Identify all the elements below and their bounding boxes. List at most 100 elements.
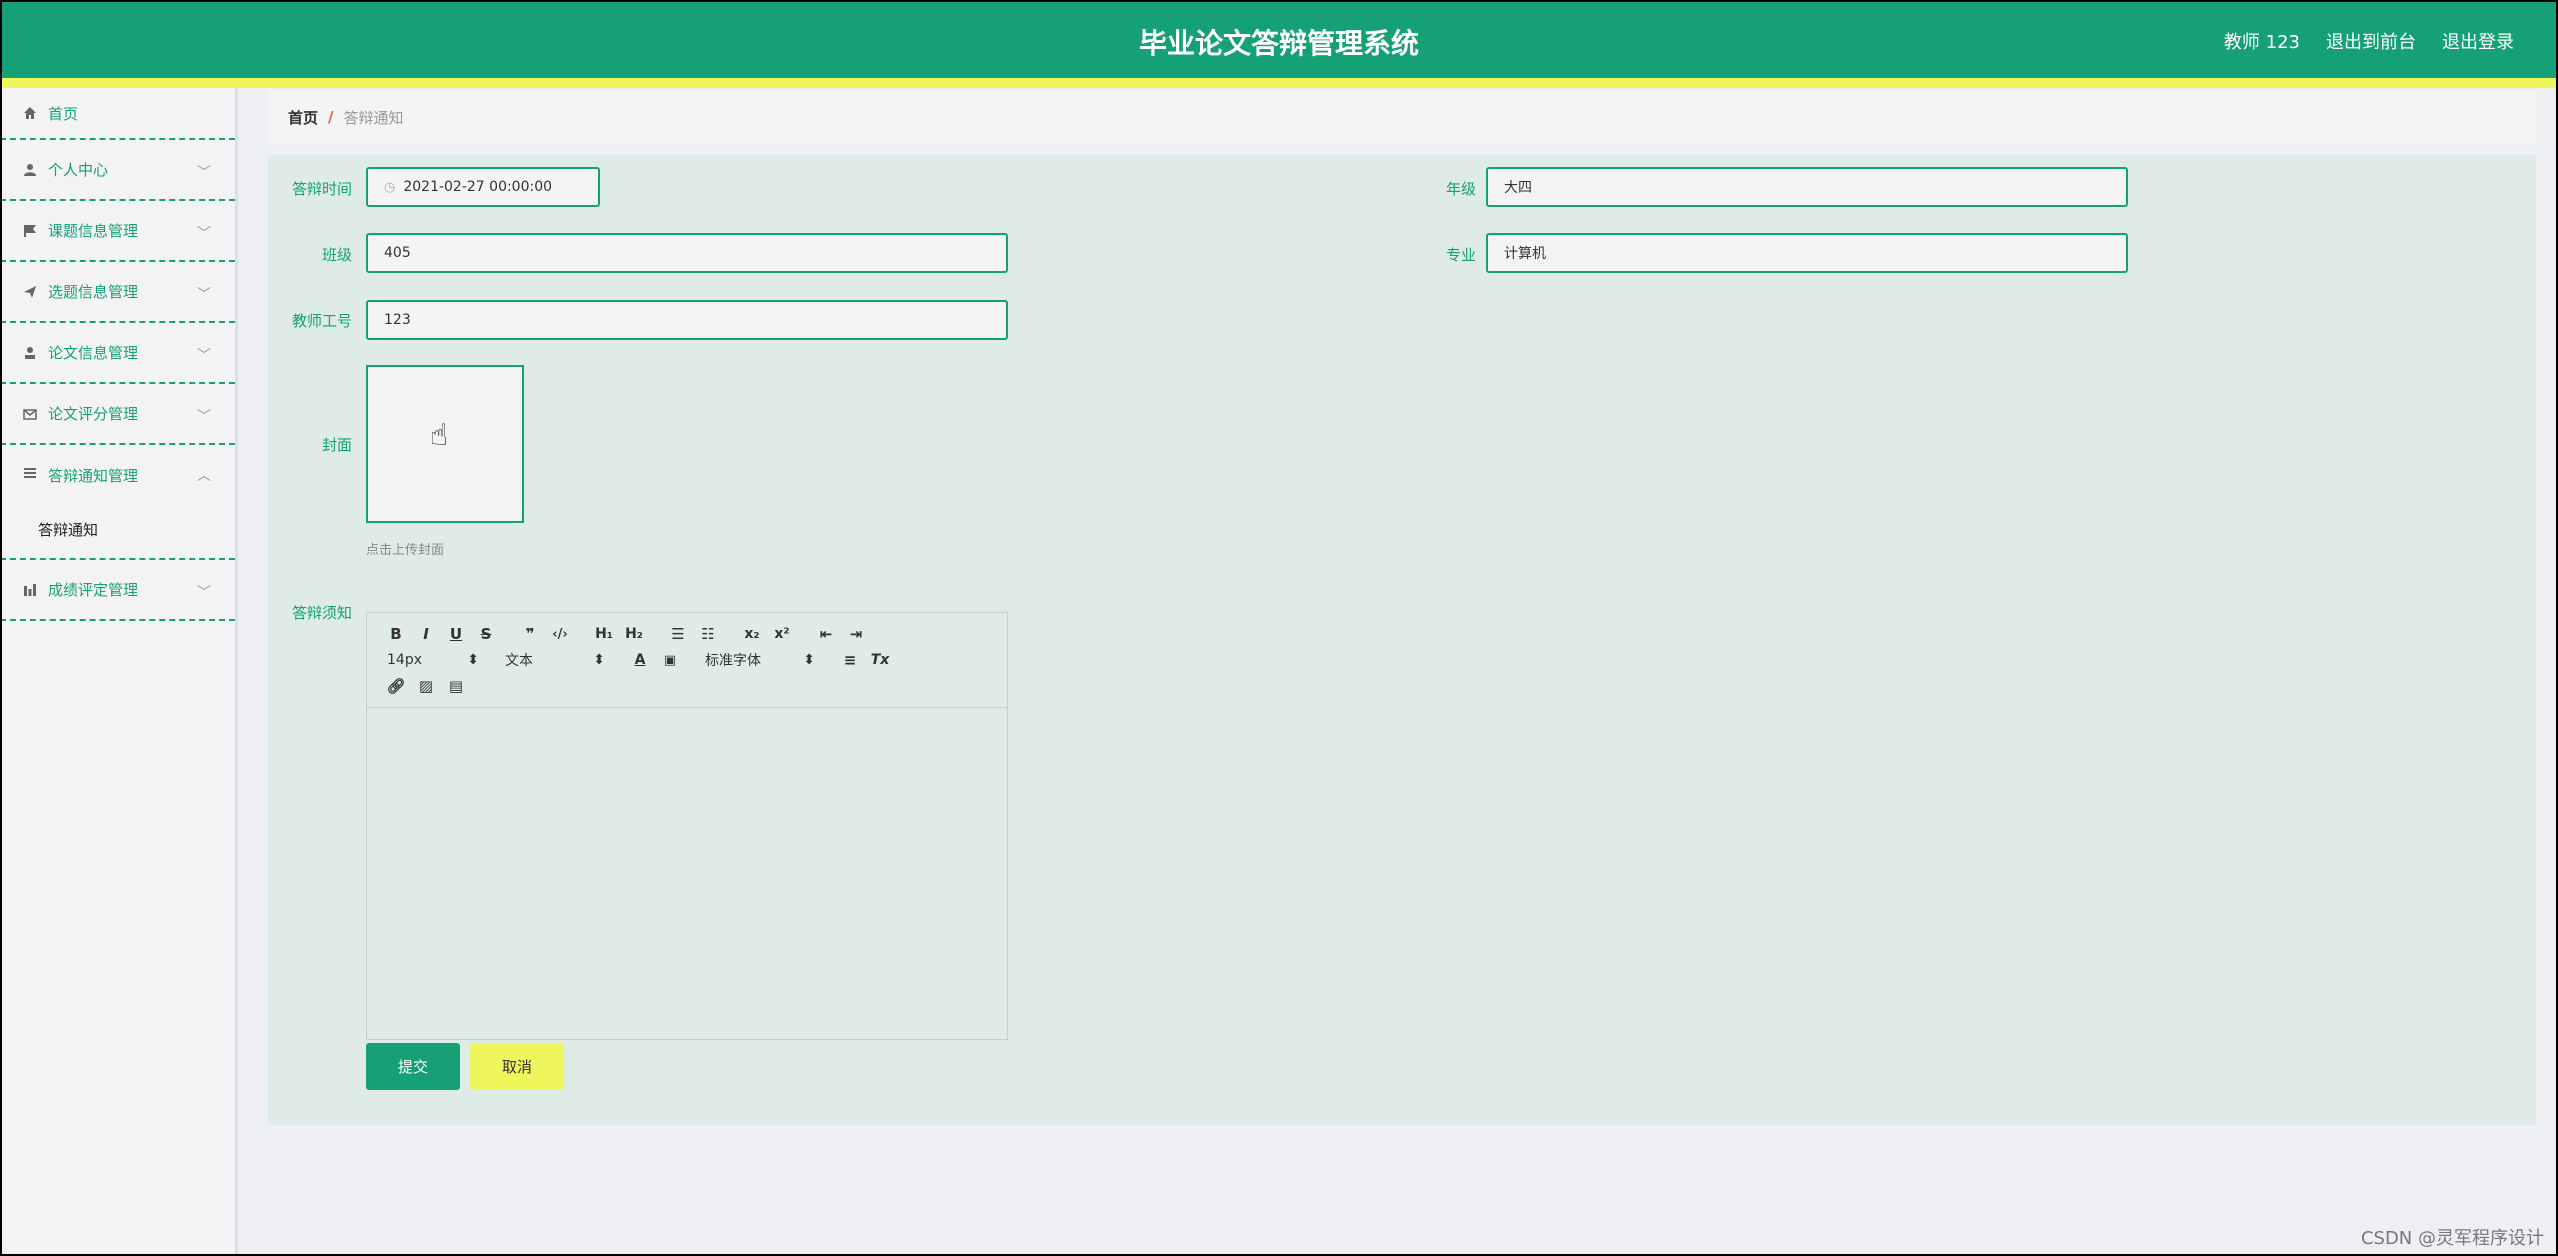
header-actions: 教师 123 退出到前台 退出登录: [2224, 28, 2514, 54]
strike-icon[interactable]: S: [471, 625, 501, 643]
breadcrumb: 首页 / 答辩通知: [268, 90, 2536, 144]
chevron-down-icon: ﹀: [197, 226, 211, 242]
cancel-button[interactable]: 取消: [470, 1043, 564, 1090]
chevron-down-icon: ﹀: [197, 409, 211, 425]
bold-icon[interactable]: B: [381, 625, 411, 643]
stamp-icon: [22, 345, 38, 361]
chevron-down-icon: ﹀: [197, 585, 211, 601]
rich-text-editor: B I U S ❞ ‹/› H₁ H₂ ☰ ☷ x₂ x² ⇤ ⇥ 14px ⬍: [366, 612, 1008, 1040]
hand-cursor-icon: ☝: [430, 418, 449, 453]
breadcrumb-home[interactable]: 首页: [288, 107, 318, 128]
text-type-value: 文本: [505, 653, 533, 669]
class-input[interactable]: 405: [366, 233, 1008, 273]
superscript-icon[interactable]: x²: [767, 626, 797, 642]
sidebar-item-thesis-info[interactable]: 论文信息管理 ﹀: [0, 323, 235, 384]
select-arrow-icon: ⬍: [467, 652, 479, 668]
bar-chart-icon: [22, 582, 38, 598]
select-arrow-icon: ⬍: [803, 652, 815, 668]
grade-label: 年级: [1445, 180, 1476, 198]
font-size-select[interactable]: 14px ⬍: [381, 652, 485, 668]
sidebar-item-label: 论文评分管理: [48, 405, 139, 423]
breadcrumb-separator: /: [328, 108, 334, 126]
sidebar-item-selection-info[interactable]: 选题信息管理 ﹀: [0, 262, 235, 323]
teacher-id-label: 教师工号: [291, 312, 352, 330]
sidebar-item-thesis-score[interactable]: 论文评分管理 ﹀: [0, 384, 235, 445]
clock-icon: ◷: [384, 179, 396, 195]
cover-label: 封面: [321, 436, 352, 454]
defense-time-input[interactable]: ◷ 2021-02-27 00:00:00: [366, 167, 600, 207]
defense-time-value: 2021-02-27 00:00:00: [403, 179, 553, 195]
submit-button[interactable]: 提交: [366, 1043, 460, 1090]
class-label: 班级: [321, 246, 352, 264]
flag-icon: [22, 223, 38, 239]
ordered-list-icon[interactable]: ☰: [663, 625, 693, 643]
defense-time-label: 答辩时间: [291, 180, 352, 198]
image-icon[interactable]: ▨: [411, 677, 441, 695]
font-family-value: 标准字体: [705, 653, 761, 669]
teacher-id-value: 123: [384, 312, 411, 328]
chevron-down-icon: ﹀: [197, 348, 211, 364]
outdent-icon[interactable]: ⇤: [811, 625, 841, 643]
header-accent-stripe: [0, 78, 2558, 88]
home-icon: [22, 105, 38, 121]
indent-icon[interactable]: ⇥: [841, 625, 871, 643]
sidebar-subitem-defense-notice[interactable]: 答辩通知: [38, 519, 98, 540]
major-label: 专业: [1445, 246, 1476, 264]
video-icon[interactable]: ▤: [441, 677, 471, 695]
class-value: 405: [384, 245, 411, 261]
subscript-icon[interactable]: x₂: [737, 626, 767, 642]
editor-content-area[interactable]: [367, 708, 1007, 1039]
current-user: 教师 123: [2223, 32, 2300, 53]
sidebar-item-label: 个人中心: [48, 161, 109, 179]
chevron-down-icon: ﹀: [197, 287, 211, 303]
sidebar-item-label: 答辩通知管理: [48, 467, 139, 485]
sidebar-item-topic-info[interactable]: 课题信息管理 ﹀: [0, 201, 235, 262]
sidebar-item-defense-notice-mgmt[interactable]: 答辩通知管理 ︿ 答辩通知: [0, 445, 235, 560]
mail-icon: [22, 406, 38, 422]
app-title: 毕业论文答辩管理系统: [1138, 27, 1419, 60]
major-value: 计算机: [1504, 246, 1546, 262]
sidebar-item-label: 课题信息管理: [48, 222, 139, 240]
text-type-select[interactable]: 文本 ⬍: [499, 650, 611, 670]
user-icon: [22, 162, 38, 178]
sidebar-item-grade-evaluation[interactable]: 成绩评定管理 ﹀: [0, 560, 235, 621]
grade-input[interactable]: 大四: [1486, 167, 2128, 207]
notice-label: 答辩须知: [291, 604, 352, 622]
chevron-up-icon: ︿: [197, 468, 211, 484]
logout-link[interactable]: 退出登录: [2442, 28, 2514, 54]
top-header: 毕业论文答辩管理系统 教师 123 退出到前台 退出登录: [0, 0, 2558, 78]
sidebar-item-label: 成绩评定管理: [48, 581, 139, 599]
editor-toolbar: B I U S ❞ ‹/› H₁ H₂ ☰ ☷ x₂ x² ⇤ ⇥ 14px ⬍: [367, 613, 1007, 708]
underline-icon[interactable]: U: [441, 625, 471, 643]
sidebar-item-label: 选题信息管理: [48, 283, 139, 301]
align-icon[interactable]: ≡: [835, 651, 865, 669]
select-arrow-icon: ⬍: [593, 652, 605, 668]
sidebar-item-label: 首页: [48, 104, 79, 123]
sidebar: 首页 个人中心 ﹀ 课题信息管理 ﹀ 选题信息管理 ﹀ 论文信息管理 ﹀ 论文评…: [0, 88, 238, 1256]
background-color-icon[interactable]: ▣: [655, 653, 685, 668]
font-color-icon[interactable]: A: [625, 652, 655, 668]
sidebar-item-home[interactable]: 首页: [0, 88, 235, 140]
send-icon: [22, 284, 38, 300]
font-size-value: 14px: [387, 652, 422, 668]
chevron-down-icon: ﹀: [197, 165, 211, 181]
code-block-icon[interactable]: ‹/›: [545, 627, 575, 642]
exit-to-front-link[interactable]: 退出到前台: [2326, 28, 2416, 54]
list-icon: [22, 465, 38, 481]
sidebar-item-label: 论文信息管理: [48, 344, 139, 362]
heading-2-icon[interactable]: H₂: [619, 626, 649, 642]
heading-1-icon[interactable]: H₁: [589, 626, 619, 642]
major-input[interactable]: 计算机: [1486, 233, 2128, 273]
watermark: CSDN @灵军程序设计: [2360, 1228, 2544, 1249]
link-icon[interactable]: 🔗︎: [381, 677, 411, 695]
italic-icon[interactable]: I: [411, 625, 441, 643]
bullet-list-icon[interactable]: ☷: [693, 625, 723, 643]
grade-value: 大四: [1504, 180, 1532, 196]
breadcrumb-current: 答辩通知: [343, 108, 404, 127]
cover-upload-hint: 点击上传封面: [366, 543, 445, 558]
sidebar-item-personal-center[interactable]: 个人中心 ﹀: [0, 140, 235, 201]
blockquote-icon[interactable]: ❞: [515, 625, 545, 643]
font-family-select[interactable]: 标准字体 ⬍: [699, 650, 821, 670]
clear-format-icon[interactable]: Tx: [865, 652, 895, 668]
teacher-id-input[interactable]: 123: [366, 300, 1008, 340]
